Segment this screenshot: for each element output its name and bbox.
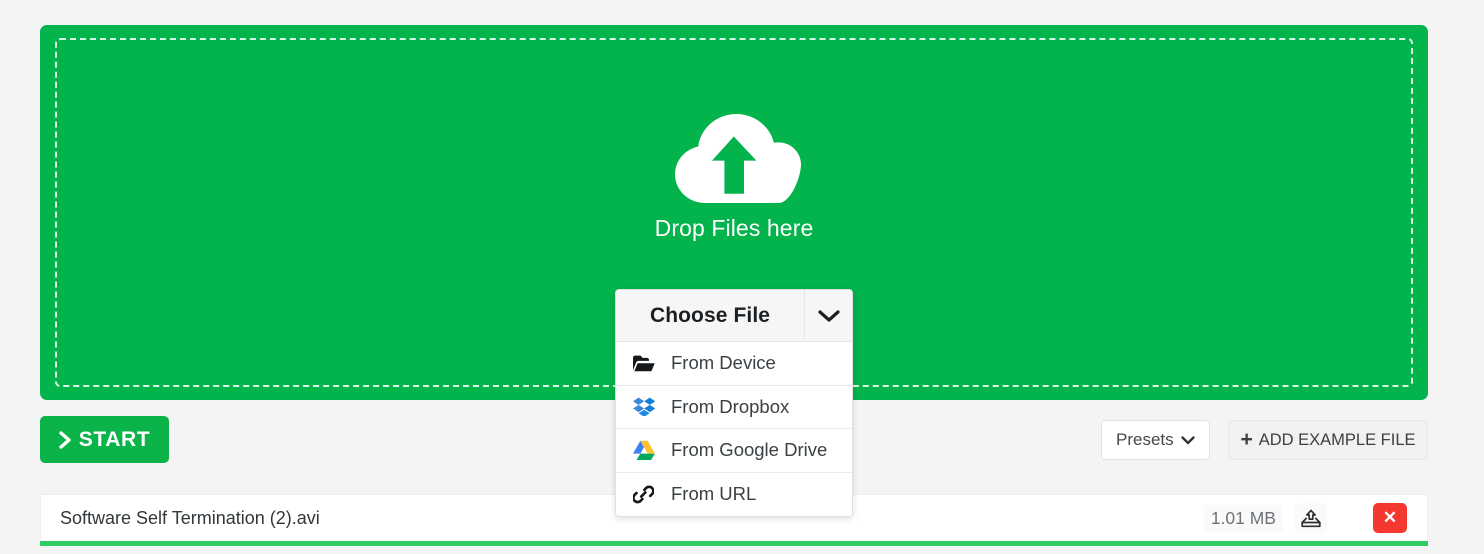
drop-zone-content: Drop Files here xyxy=(40,103,1428,242)
chevron-down-icon xyxy=(1180,435,1195,444)
add-example-file-button[interactable]: + ADD EXAMPLE FILE xyxy=(1228,420,1428,460)
presets-button[interactable]: Presets xyxy=(1101,420,1210,460)
menu-item-label: From Device xyxy=(671,352,776,374)
upload-save-icon[interactable] xyxy=(1295,503,1327,533)
menu-item-label: From URL xyxy=(671,483,757,505)
menu-item-label: From Dropbox xyxy=(671,395,790,417)
cloud-upload-icon xyxy=(675,114,801,203)
plus-icon: + xyxy=(1240,427,1253,451)
menu-item-from-url[interactable]: From URL xyxy=(616,472,852,516)
menu-item-label: From Google Drive xyxy=(671,439,828,461)
add-example-file-label: ADD EXAMPLE FILE xyxy=(1258,430,1416,449)
choose-file-label: Choose File xyxy=(649,303,771,327)
choose-file-button[interactable]: Choose File xyxy=(616,290,852,342)
folder-open-icon xyxy=(633,352,659,374)
start-button-label: START xyxy=(78,427,151,451)
presets-button-label: Presets xyxy=(1116,430,1174,449)
chevron-right-icon xyxy=(59,430,71,449)
menu-item-from-device[interactable]: From Device xyxy=(616,342,852,386)
google-drive-icon xyxy=(633,439,659,461)
upload-progress-fill xyxy=(40,541,1428,546)
dropbox-icon xyxy=(633,396,659,418)
upload-progress-bar xyxy=(40,541,1428,546)
choose-file-dropdown[interactable]: Choose File From Device From Dropbox Fro… xyxy=(615,289,853,517)
start-button[interactable]: START xyxy=(40,416,169,463)
link-icon xyxy=(633,483,659,505)
remove-file-button[interactable]: ✕ xyxy=(1373,503,1407,533)
chevron-down-icon[interactable] xyxy=(804,290,852,341)
menu-item-from-google-drive[interactable]: From Google Drive xyxy=(616,429,852,473)
file-size: 1.01 MB xyxy=(1203,504,1283,532)
menu-item-from-dropbox[interactable]: From Dropbox xyxy=(616,385,852,429)
drop-zone-label: Drop Files here xyxy=(654,215,814,241)
